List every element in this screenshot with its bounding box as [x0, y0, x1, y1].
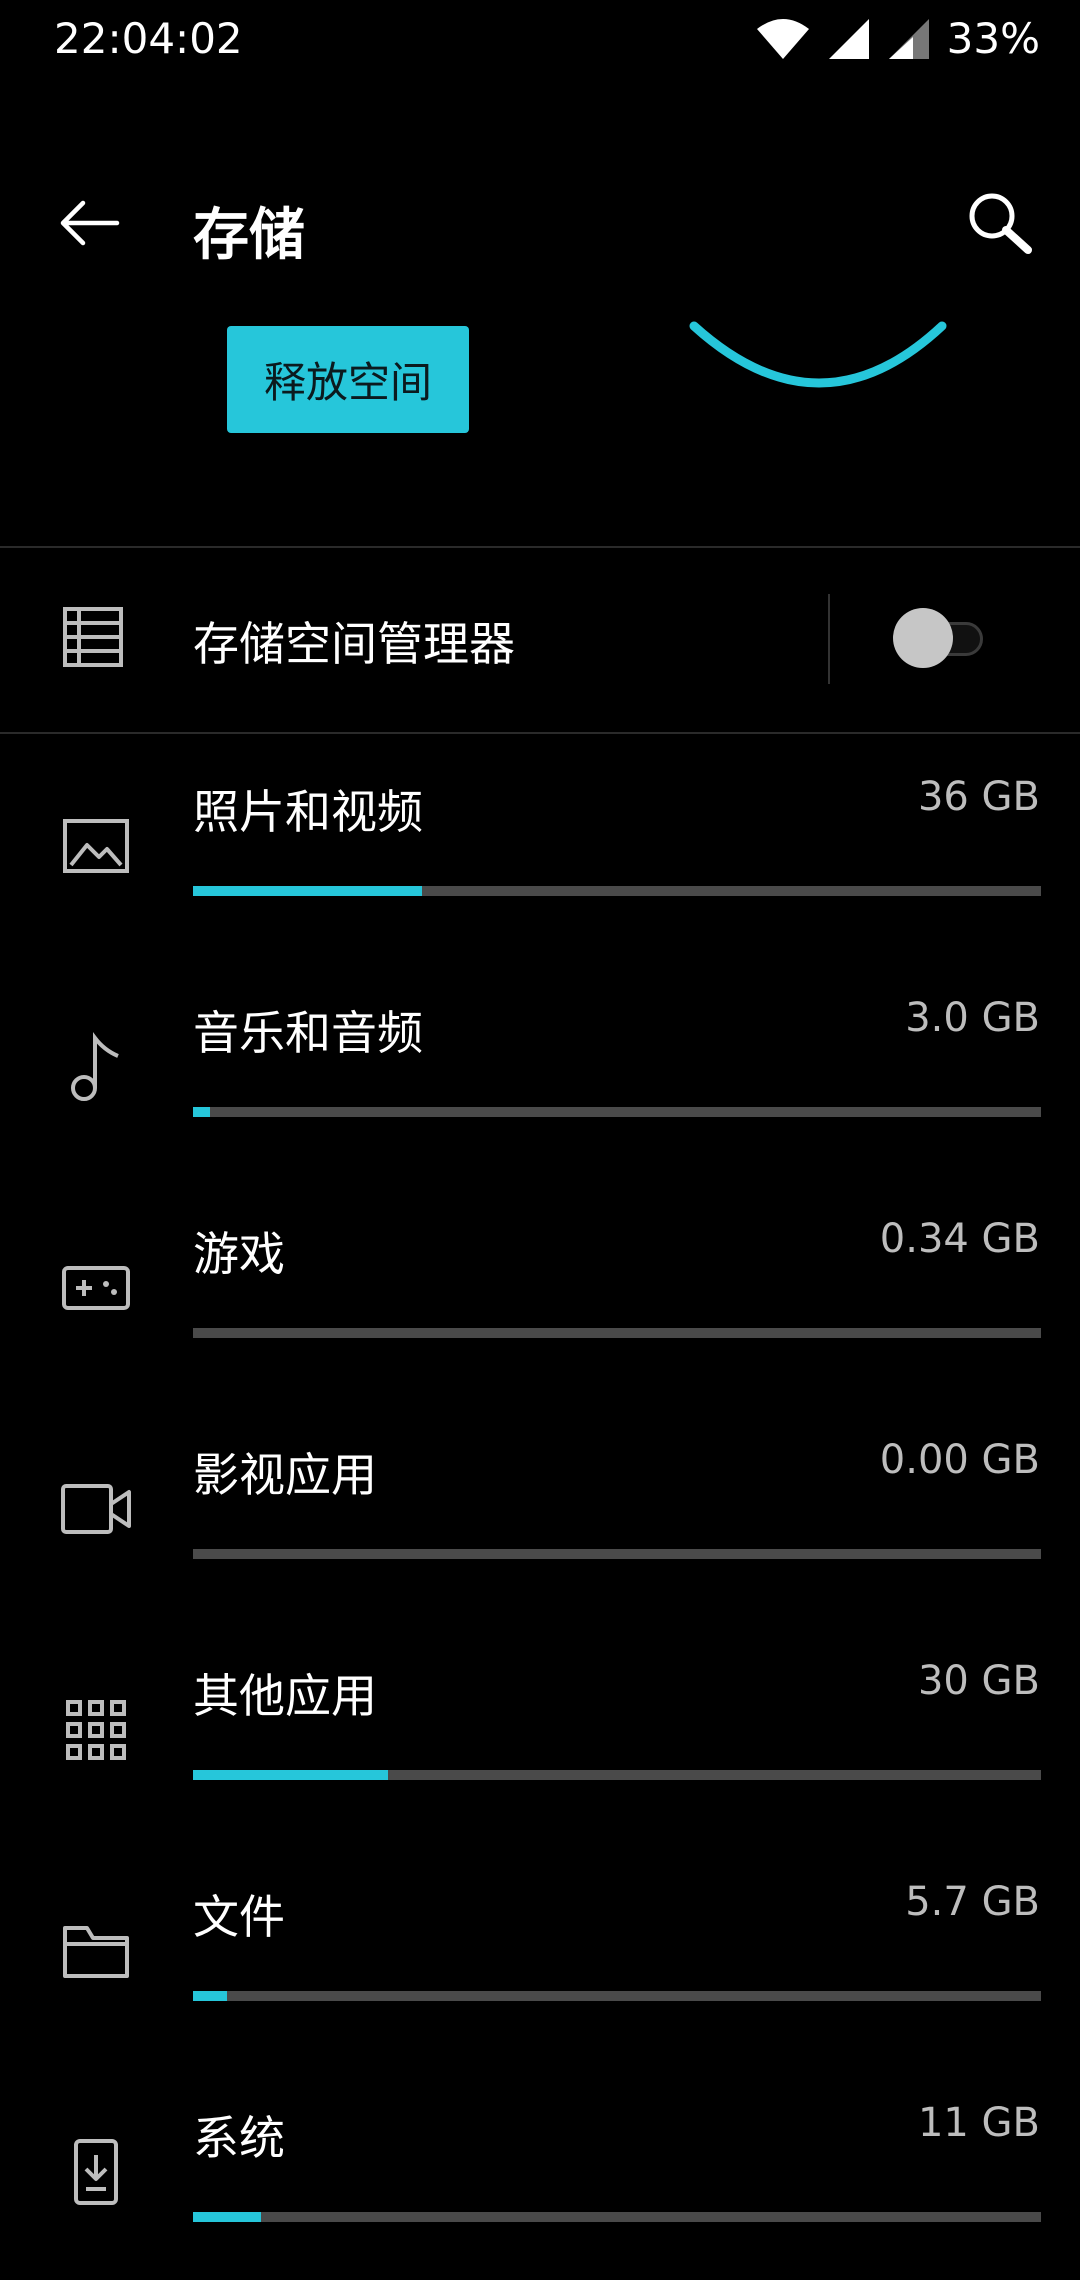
back-button[interactable] [44, 180, 134, 270]
category-size: 0.34 GB [879, 1216, 1040, 1262]
category-size: 0.00 GB [879, 1437, 1040, 1483]
category-size: 36 GB [917, 774, 1040, 820]
category-label: 影视应用 [193, 1448, 377, 1502]
free-up-space-button[interactable]: 释放空间 [227, 326, 469, 433]
storage-manager-toggle[interactable] [893, 606, 993, 670]
usage-bar-fill [193, 2212, 261, 2222]
toggle-thumb [893, 608, 953, 668]
category-video-apps[interactable]: 影视应用 0.00 GB [0, 1403, 1080, 1624]
category-label: 游戏 [193, 1227, 285, 1281]
image-icon [60, 810, 132, 882]
vertical-divider [828, 594, 830, 684]
status-bar: 22:04:02 33% [0, 0, 1080, 84]
usage-bar [193, 1991, 1041, 2001]
usage-bar [193, 2212, 1041, 2222]
status-time: 22:04:02 [54, 14, 243, 63]
usage-bar-fill [193, 1991, 227, 2001]
search-button[interactable] [954, 180, 1044, 270]
category-size: 11 GB [917, 2100, 1040, 2146]
usage-bar [193, 1770, 1041, 1780]
music-note-icon [60, 1031, 132, 1103]
category-label: 音乐和音频 [193, 1006, 423, 1060]
signal-icon [827, 17, 871, 61]
status-indicators: 33% [755, 14, 1040, 63]
category-label: 文件 [193, 1890, 285, 1944]
storage-manager-icon [62, 606, 124, 672]
category-label: 系统 [193, 2111, 285, 2165]
category-system[interactable]: 系统 11 GB [0, 2066, 1080, 2280]
video-camera-icon [60, 1473, 132, 1545]
page-title: 存储 [193, 203, 305, 268]
category-music-audio[interactable]: 音乐和音频 3.0 GB [0, 961, 1080, 1182]
usage-bar [193, 1107, 1041, 1117]
category-files[interactable]: 文件 5.7 GB [0, 1845, 1080, 2066]
usage-bar-fill [193, 1770, 389, 1780]
usage-bar-fill [193, 1107, 210, 1117]
signal-icon-2 [887, 17, 931, 61]
category-size: 5.7 GB [905, 1879, 1040, 1925]
storage-manager-label: 存储空间管理器 [193, 617, 515, 671]
storage-manager-row[interactable]: 存储空间管理器 [0, 548, 1080, 732]
apps-grid-icon [60, 1694, 132, 1766]
category-photos-videos[interactable]: 照片和视频 36 GB [0, 740, 1080, 961]
folder-icon [60, 1915, 132, 1987]
divider [0, 732, 1080, 734]
wifi-icon [755, 17, 811, 61]
storage-gauge-arc [689, 321, 947, 388]
category-label: 其他应用 [193, 1669, 377, 1723]
category-size: 30 GB [917, 1658, 1040, 1704]
usage-bar [193, 886, 1041, 896]
category-other-apps[interactable]: 其他应用 30 GB [0, 1624, 1080, 1845]
battery-level: 33% [946, 14, 1040, 63]
usage-bar [193, 1549, 1041, 1559]
usage-bar-fill [193, 886, 422, 896]
system-update-icon [60, 2136, 132, 2208]
usage-bar [193, 1328, 1041, 1338]
search-icon [964, 188, 1034, 262]
back-arrow-icon [57, 199, 121, 251]
category-size: 3.0 GB [905, 995, 1040, 1041]
gamepad-icon [60, 1252, 132, 1324]
category-label: 照片和视频 [193, 785, 423, 839]
category-games[interactable]: 游戏 0.34 GB [0, 1182, 1080, 1403]
app-bar: 存储 [0, 160, 1080, 286]
